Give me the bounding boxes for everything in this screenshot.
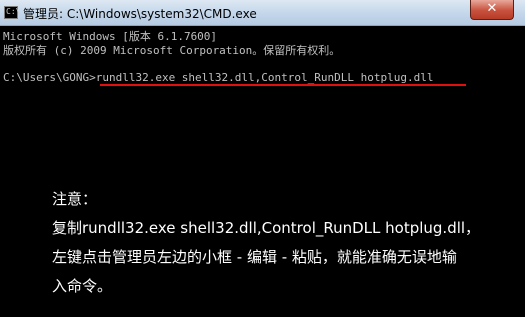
close-button[interactable]: ✕ bbox=[470, 0, 514, 20]
title-bar[interactable]: C:\ 管理员: C:\Windows\system32\CMD.exe ✕ bbox=[0, 0, 525, 26]
note-heading: 注意： bbox=[52, 190, 98, 208]
console-line-copyright: 版权所有 (c) 2009 Microsoft Corporation。保留所有… bbox=[3, 44, 341, 57]
note-line-3: 入命令。 bbox=[52, 277, 113, 295]
command-highlight-underline bbox=[100, 84, 466, 86]
cmd-window-icon[interactable]: C:\ bbox=[4, 6, 20, 19]
close-icon: ✕ bbox=[486, 1, 498, 16]
console-area[interactable]: Microsoft Windows [版本 6.1.7600] 版权所有 (c)… bbox=[0, 27, 525, 317]
note-line-1: 复制rundll32.exe shell32.dll,Control_RunDL… bbox=[52, 219, 481, 237]
window-title: 管理员: C:\Windows\system32\CMD.exe bbox=[23, 7, 257, 21]
note-line-2: 左键点击管理员左边的小框 - 编辑 - 粘贴，就能准确无误地输 bbox=[52, 248, 457, 266]
console-line-command: C:\Users\GONG>rundll32.exe shell32.dll,C… bbox=[3, 71, 434, 84]
console-line-version: Microsoft Windows [版本 6.1.7600] bbox=[3, 30, 218, 43]
